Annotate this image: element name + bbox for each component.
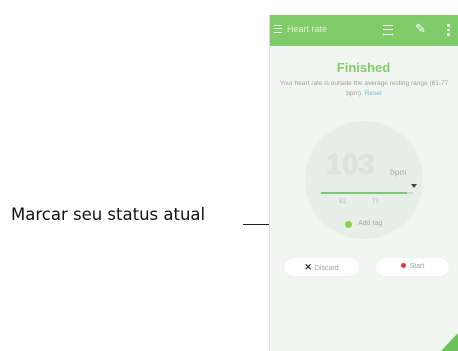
- start-button[interactable]: Start: [376, 258, 449, 276]
- close-icon: ✕: [304, 262, 312, 272]
- more-icon[interactable]: [447, 24, 450, 37]
- share-icon[interactable]: ✎: [415, 21, 426, 37]
- status-title: Finished: [336, 60, 391, 75]
- bpm-unit: bpm: [390, 167, 407, 177]
- discard-button[interactable]: ✕ Discard: [284, 258, 359, 276]
- status-tag-dot-icon[interactable]: [345, 221, 352, 228]
- start-label: Start: [409, 263, 425, 270]
- app-bar: Heart rate ✎: [269, 15, 458, 46]
- range-track: [321, 192, 413, 194]
- bpm-value: 103: [326, 149, 375, 181]
- discard-label: Discard: [314, 265, 339, 272]
- menu-icon[interactable]: [274, 25, 282, 33]
- phone-screen: Heart rate ✎ Finished Your heart rate is…: [269, 15, 458, 351]
- status-description: Your heart rate is outside the average r…: [279, 79, 449, 99]
- range-fill: [321, 192, 407, 194]
- app-title: Heart rate: [287, 24, 328, 34]
- corner-accent: [441, 333, 458, 351]
- range-low-label: 61: [339, 199, 346, 205]
- list-icon[interactable]: [383, 25, 393, 35]
- status-reset-link[interactable]: Reset: [365, 90, 382, 97]
- callout-label: Marcar seu status atual: [11, 205, 206, 224]
- range-marker-icon: [411, 184, 417, 188]
- status-tag-label[interactable]: Add tag: [358, 220, 382, 227]
- record-dot-icon: [400, 263, 406, 268]
- range-high-label: 77: [372, 199, 379, 205]
